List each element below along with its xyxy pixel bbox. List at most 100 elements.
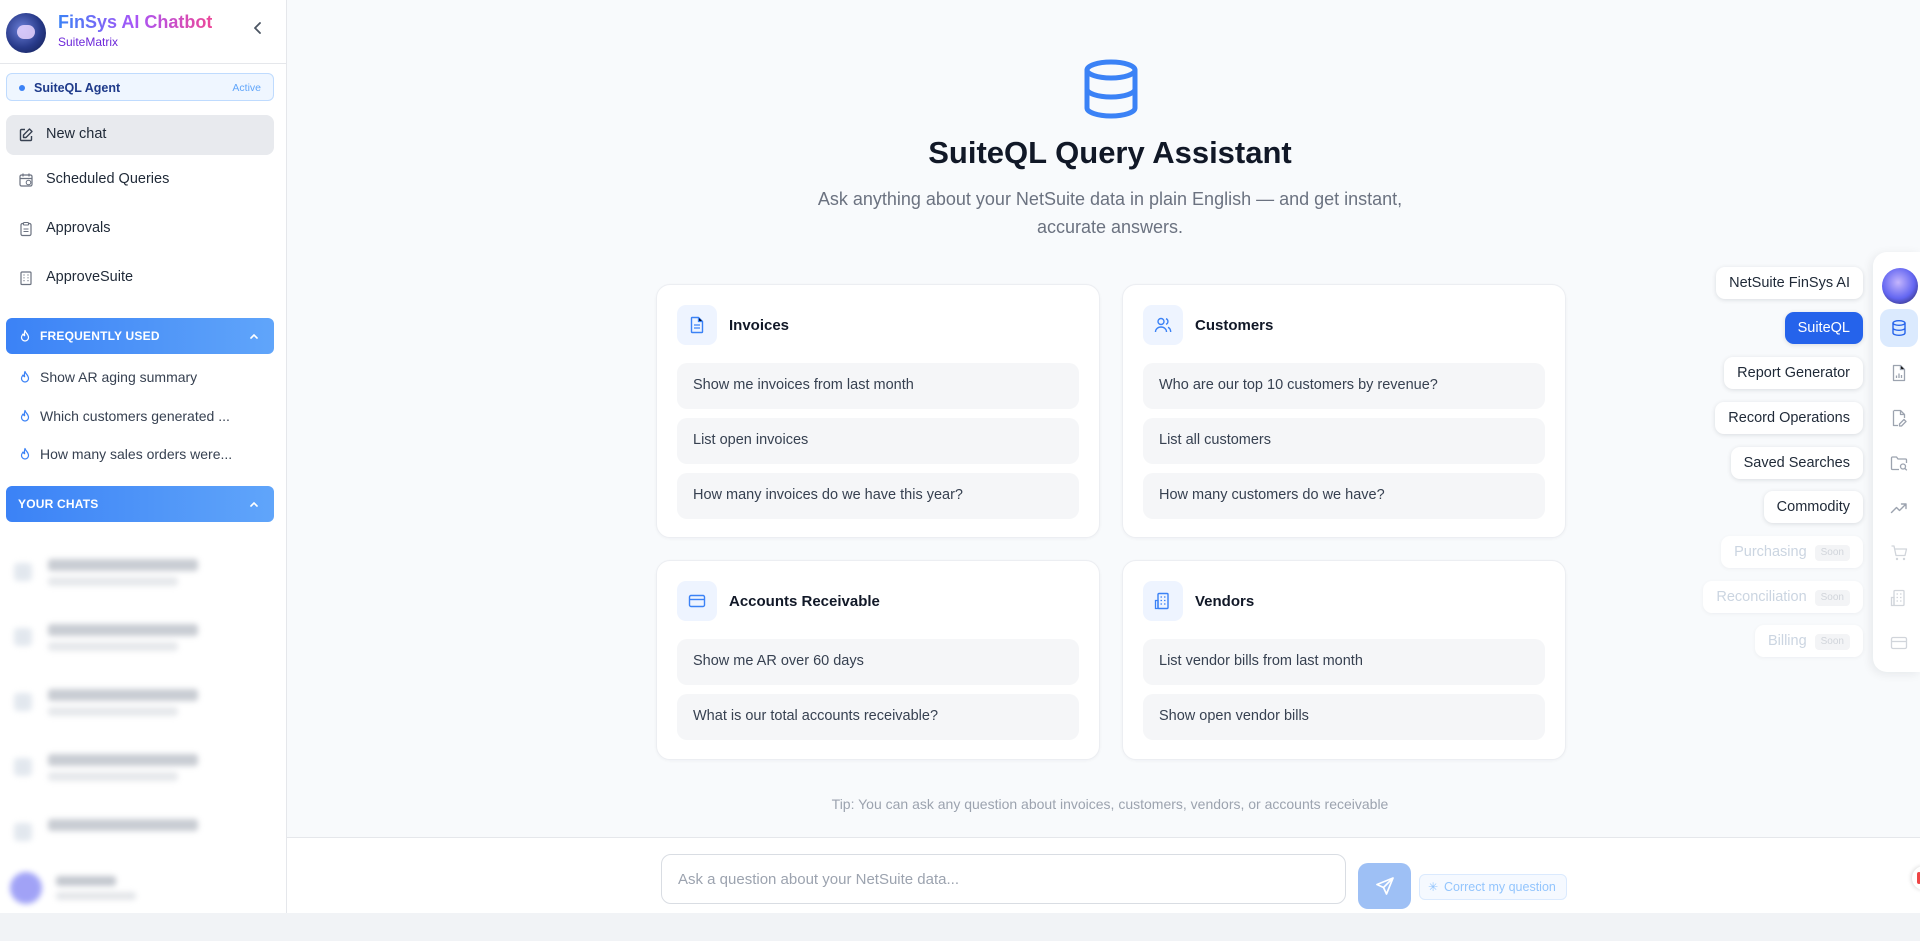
avatar-icon[interactable] [1882,268,1918,304]
rail-button-record-operations[interactable] [1880,399,1918,437]
nav-label: ApproveSuite [46,269,134,285]
app-window: FinSys AI Chatbot SuiteMatrix SuiteQL Ag… [0,0,1920,913]
new-chat-button[interactable]: New chat [6,115,274,155]
rail-button-commodity[interactable] [1880,489,1918,527]
card-title: Customers [1195,317,1274,334]
rail-label-text: Purchasing [1734,544,1807,560]
question-text: Show me AR over 60 days [693,653,864,669]
agent-indicator[interactable]: SuiteQL Agent Active [6,73,274,101]
card-icon [677,305,717,345]
rail-button-saved-searches[interactable] [1880,444,1918,482]
rail-label-suiteql[interactable]: SuiteQL [1784,312,1863,344]
rail-label-report-generator[interactable]: Report Generator [1724,357,1863,389]
frequent-query-label: Show AR aging summary [40,369,198,385]
card-title: Invoices [729,317,790,334]
chevron-up-icon [250,333,258,339]
send-icon [1376,877,1394,895]
flame-icon [20,409,30,422]
brand-logo [6,13,46,53]
credit-card-icon [688,594,706,608]
correct-question-button[interactable]: ✳ Correct my question [1419,874,1567,900]
rail-label-purchasing: Purchasing Soon [1721,536,1863,568]
file-chart-icon [1892,364,1906,382]
avatar [10,872,42,904]
question-text: How many customers do we have? [1159,487,1385,503]
soon-badge: Soon [1814,545,1850,561]
building-icon [1890,589,1905,607]
send-button[interactable] [1358,863,1411,909]
accounts-receivable-card: Accounts Receivable Show me AR over 60 d… [656,560,1100,760]
customers-card: Customers Who are our top 10 customers b… [1122,284,1566,538]
question-text: List open invoices [693,432,809,448]
rail-label-netsuite-finsys-ai[interactable]: NetSuite FinSys AI [1716,267,1863,299]
calendar-clock-icon [19,173,33,187]
cart-icon [1891,545,1908,561]
rail-label-saved-searches[interactable]: Saved Searches [1730,447,1863,479]
chat-history-item[interactable] [14,618,264,664]
folder-search-icon [1890,456,1908,471]
rail-button-suiteql[interactable] [1880,309,1918,347]
question-text: Who are our top 10 customers by revenue? [1159,377,1438,393]
rail-label-commodity[interactable]: Commodity [1763,491,1863,523]
suggested-question[interactable]: List vendor bills from last month [1143,639,1545,685]
chat-history-item[interactable] [14,683,264,729]
flame-icon [20,370,30,383]
card-icon [677,581,717,621]
frequent-query-label: How many sales orders were... [40,446,233,462]
question-text: List vendor bills from last month [1159,653,1363,669]
rail-label-record-operations[interactable]: Record Operations [1715,402,1863,434]
invoices-card: Invoices Show me invoices from last mont… [656,284,1100,538]
suggested-question[interactable]: Show me invoices from last month [677,363,1079,409]
database-icon [1892,320,1906,337]
chat-history-item[interactable] [14,748,264,794]
rail-button-purchasing [1880,534,1918,572]
nav-item-approvals[interactable]: Approvals [6,209,274,249]
frequent-query-label: Which customers generated ... [40,408,230,424]
suggested-question[interactable]: List open invoices [677,418,1079,464]
frequent-query-item[interactable]: How many sales orders were... [6,438,274,470]
nav-item-scheduled-queries[interactable]: Scheduled Queries [6,160,274,200]
vendors-card: Vendors List vendor bills from last mont… [1122,560,1566,760]
rail-label-reconciliation: Reconciliation Soon [1703,581,1863,613]
nav-label: Approvals [46,220,111,236]
card-title: Accounts Receivable [729,593,880,610]
sidebar: FinSys AI Chatbot SuiteMatrix SuiteQL Ag… [0,0,287,913]
suggested-question[interactable]: How many customers do we have? [1143,473,1545,519]
suggested-question[interactable]: Show me AR over 60 days [677,639,1079,685]
question-input[interactable] [661,854,1346,904]
correct-question-label: Correct my question [1444,880,1556,894]
chat-history-item[interactable] [14,813,264,843]
suggested-question[interactable]: How many invoices do we have this year? [677,473,1079,519]
brand-subtitle: SuiteMatrix [58,35,119,49]
card-icon [1143,581,1183,621]
nav-item-approvesuite[interactable]: ApproveSuite [6,258,274,298]
nav-label: Scheduled Queries [46,171,170,187]
rail-button-report-generator[interactable] [1880,354,1918,392]
suggested-question[interactable]: List all customers [1143,418,1545,464]
rail-label-text: Reconciliation [1716,589,1807,605]
card-icon [1143,305,1183,345]
suggested-question[interactable]: Who are our top 10 customers by revenue? [1143,363,1545,409]
status-dot [19,85,25,91]
question-text: How many invoices do we have this year? [693,487,963,503]
rail-label-text: Billing [1767,633,1807,649]
your-chats-header[interactable]: YOUR CHATS [6,486,274,522]
user-profile[interactable] [10,868,270,908]
suggested-question[interactable]: What is our total accounts receivable? [677,694,1079,740]
question-text: Show me invoices from last month [693,377,914,393]
brand-header: FinSys AI Chatbot SuiteMatrix [0,0,286,64]
frequently-used-header[interactable]: FREQUENTLY USED [6,318,274,354]
suggested-question[interactable]: Show open vendor bills [1143,694,1545,740]
agent-name: SuiteQL Agent [34,81,121,95]
agent-status: Active [232,82,261,94]
file-edit-icon [1892,409,1907,427]
frequent-query-item[interactable]: Which customers generated ... [6,400,274,432]
chat-history-item[interactable] [14,553,264,599]
frequent-query-item[interactable]: Show AR aging summary [6,361,274,393]
collapse-sidebar-button[interactable] [248,20,268,42]
nav-label: New chat [46,126,107,142]
flame-icon [20,329,30,342]
question-text: Show open vendor bills [1159,708,1309,724]
clipboard-icon [20,221,32,237]
rail-button-reconciliation [1880,579,1918,617]
